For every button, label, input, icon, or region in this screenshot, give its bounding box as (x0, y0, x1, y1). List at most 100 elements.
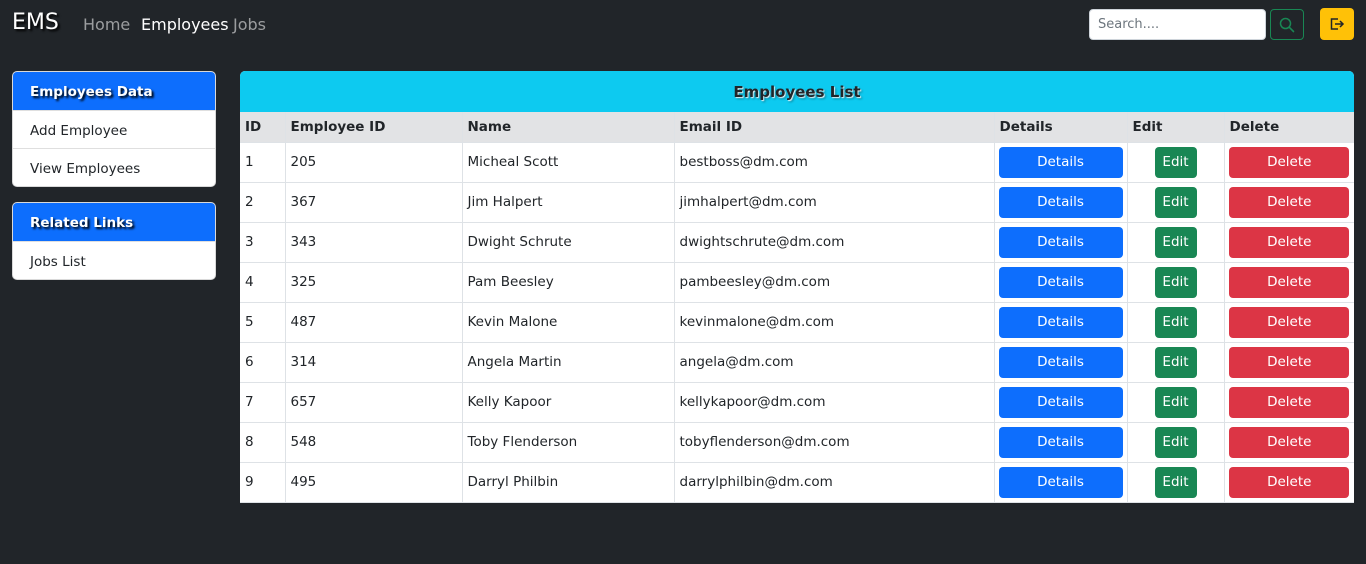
cell-email: bestboss@dm.com (673, 141, 995, 183)
related-links-header: Related Links (13, 203, 215, 241)
cell-employee-id: 657 (284, 381, 463, 423)
edit-button[interactable]: Edit (1154, 226, 1197, 258)
edit-button[interactable]: Edit (1154, 386, 1197, 418)
details-button[interactable]: Details (998, 146, 1123, 178)
cell-delete: Delete (1223, 141, 1354, 183)
nav-link-home[interactable]: Home (83, 15, 130, 34)
search-input[interactable] (1089, 9, 1266, 40)
cell-name: Kevin Malone (461, 301, 675, 343)
edit-button[interactable]: Edit (1154, 426, 1197, 458)
delete-button[interactable]: Delete (1229, 426, 1350, 458)
cell-email: dwightschrute@dm.com (673, 221, 995, 263)
cell-edit: Edit (1126, 221, 1225, 263)
col-header-id: ID (240, 112, 286, 143)
cell-edit: Edit (1126, 301, 1225, 343)
details-button[interactable]: Details (998, 426, 1123, 458)
cell-edit: Edit (1126, 461, 1225, 503)
cell-email: jimhalpert@dm.com (673, 181, 995, 223)
delete-button[interactable]: Delete (1229, 146, 1350, 178)
view-employees-link[interactable]: View Employees (13, 148, 215, 186)
employees-table: ID Employee ID Name Email ID Details Edi… (240, 112, 1354, 503)
cell-id: 4 (240, 261, 286, 303)
panel-title: Employees List (240, 71, 1354, 112)
delete-button[interactable]: Delete (1229, 386, 1350, 418)
search-icon (1279, 17, 1295, 32)
details-button[interactable]: Details (998, 386, 1123, 418)
cell-name: Toby Flenderson (461, 421, 675, 463)
cell-id: 5 (240, 301, 286, 343)
edit-button[interactable]: Edit (1154, 146, 1197, 178)
cell-edit: Edit (1126, 141, 1225, 183)
related-links-card: Related Links Jobs List (12, 202, 216, 280)
details-button[interactable]: Details (998, 346, 1123, 378)
cell-email: angela@dm.com (673, 341, 995, 383)
top-navbar: EMS Home Employees Jobs (0, 0, 1366, 50)
cell-details: Details (993, 221, 1128, 263)
cell-edit: Edit (1126, 421, 1225, 463)
cell-delete: Delete (1223, 261, 1354, 303)
cell-delete: Delete (1223, 461, 1354, 503)
col-header-email: Email ID (673, 112, 995, 143)
details-button[interactable]: Details (998, 186, 1123, 218)
cell-delete: Delete (1223, 381, 1354, 423)
table-row: 6 314 Angela Martin angela@dm.com Details Edi… (240, 341, 1354, 383)
table-row: 1 205 Micheal Scott bestboss@dm.com Details E… (240, 141, 1354, 183)
cell-delete: Delete (1223, 181, 1354, 223)
table-row: 7 657 Kelly Kapoor kellykapoor@dm.com Detail… (240, 381, 1354, 423)
details-button[interactable]: Details (998, 266, 1123, 298)
cell-edit: Edit (1126, 341, 1225, 383)
cell-name: Darryl Philbin (461, 461, 675, 503)
cell-edit: Edit (1126, 381, 1225, 423)
col-header-employee-id: Employee ID (284, 112, 463, 143)
col-header-delete: Delete (1223, 112, 1354, 143)
jobs-list-link[interactable]: Jobs List (13, 241, 215, 279)
cell-delete: Delete (1223, 221, 1354, 263)
details-button[interactable]: Details (998, 226, 1123, 258)
cell-delete: Delete (1223, 341, 1354, 383)
employees-data-card: Employees Data Add Employee View Employe… (12, 71, 216, 187)
cell-name: Micheal Scott (461, 141, 675, 183)
delete-button[interactable]: Delete (1229, 466, 1350, 498)
search-button[interactable] (1270, 9, 1304, 40)
cell-details: Details (993, 181, 1128, 223)
delete-button[interactable]: Delete (1229, 306, 1350, 338)
edit-button[interactable]: Edit (1154, 346, 1197, 378)
table-row: 9 495 Darryl Philbin darrylphilbin@dm.com De… (240, 461, 1354, 503)
table-header-row: ID Employee ID Name Email ID Details Edi… (240, 112, 1354, 143)
edit-button[interactable]: Edit (1154, 186, 1197, 218)
logout-icon (1330, 18, 1345, 30)
delete-button[interactable]: Delete (1229, 266, 1350, 298)
cell-name: Kelly Kapoor (461, 381, 675, 423)
details-button[interactable]: Details (998, 466, 1123, 498)
details-button[interactable]: Details (998, 306, 1123, 338)
cell-email: darrylphilbin@dm.com (673, 461, 995, 503)
cell-name: Pam Beesley (461, 261, 675, 303)
add-employee-link[interactable]: Add Employee (13, 110, 215, 148)
employees-list-panel: Employees List ID Employee ID Name Email… (240, 71, 1354, 503)
edit-button[interactable]: Edit (1154, 466, 1197, 498)
table-row: 4 325 Pam Beesley pambeesley@dm.com Details E… (240, 261, 1354, 303)
cell-name: Jim Halpert (461, 181, 675, 223)
col-header-name: Name (461, 112, 675, 143)
cell-employee-id: 548 (284, 421, 463, 463)
edit-button[interactable]: Edit (1154, 266, 1197, 298)
table-row: 8 548 Toby Flenderson tobyflenderson@dm.com… (240, 421, 1354, 463)
table-row: 5 487 Kevin Malone kevinmalone@dm.com Detail… (240, 301, 1354, 343)
delete-button[interactable]: Delete (1229, 186, 1350, 218)
nav-link-jobs[interactable]: Jobs (233, 15, 266, 34)
cell-delete: Delete (1223, 301, 1354, 343)
col-header-details: Details (993, 112, 1128, 143)
delete-button[interactable]: Delete (1229, 226, 1350, 258)
cell-delete: Delete (1223, 421, 1354, 463)
cell-details: Details (993, 141, 1128, 183)
delete-button[interactable]: Delete (1229, 346, 1350, 378)
edit-button[interactable]: Edit (1154, 306, 1197, 338)
cell-edit: Edit (1126, 261, 1225, 303)
brand-logo[interactable]: EMS (12, 10, 59, 35)
cell-details: Details (993, 461, 1128, 503)
nav-link-employees[interactable]: Employees (141, 15, 229, 34)
cell-email: kevinmalone@dm.com (673, 301, 995, 343)
logout-button[interactable] (1320, 8, 1354, 40)
cell-details: Details (993, 301, 1128, 343)
cell-employee-id: 487 (284, 301, 463, 343)
